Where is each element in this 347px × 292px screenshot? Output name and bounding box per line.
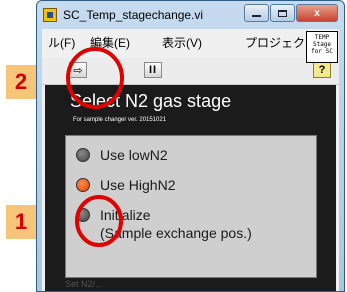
menu-bar: ル(F) 編集(E) 表示(V) プロジェクト(P) TEMP Stage fo… bbox=[42, 29, 339, 63]
callout-step-1: 1 bbox=[6, 205, 36, 239]
window-client-area: ル(F) 編集(E) 表示(V) プロジェクト(P) TEMP Stage fo… bbox=[42, 29, 339, 291]
close-button[interactable]: x bbox=[296, 4, 338, 22]
radio-button-icon[interactable] bbox=[76, 148, 90, 162]
window-controls: x bbox=[243, 4, 338, 22]
run-arrow-icon: ⇨ bbox=[73, 64, 83, 77]
labview-window: SC_Temp_stagechange.vi x ル(F) 編集(E) 表示(V… bbox=[36, 0, 345, 292]
radio-label-low-n2: Use lowN2 bbox=[100, 147, 168, 163]
radio-label-initialize-line1: Initialize bbox=[100, 207, 151, 223]
panel-subtitle: For sample changer ver. 20151021 bbox=[73, 117, 167, 123]
front-panel: Select N2 gas stage For sample changer v… bbox=[45, 85, 336, 291]
panel-footer-text: Set N2/... bbox=[65, 279, 103, 289]
pause-icon: II bbox=[148, 64, 158, 76]
context-help-button[interactable]: ? bbox=[313, 62, 331, 78]
n2-stage-radio-group: Use lowN2 Use HighN2 Initialize (Sample … bbox=[65, 135, 317, 278]
labview-app-icon bbox=[43, 8, 57, 22]
panel-title: Select N2 gas stage bbox=[70, 91, 232, 111]
menu-file[interactable]: ル(F) bbox=[48, 34, 75, 51]
menu-edit[interactable]: 編集(E) bbox=[90, 34, 130, 51]
vi-connector-icon[interactable]: TEMP Stage for SC bbox=[306, 31, 338, 63]
maximize-button[interactable] bbox=[270, 4, 295, 22]
menu-view[interactable]: 表示(V) bbox=[162, 34, 202, 51]
radio-label-high-n2: Use HighN2 bbox=[100, 177, 176, 193]
help-icon: ? bbox=[318, 64, 326, 76]
pause-button[interactable]: II bbox=[144, 62, 162, 78]
callout-step-2: 2 bbox=[6, 65, 36, 99]
vi-icon-line-1: TEMP bbox=[314, 34, 330, 41]
minimize-button[interactable] bbox=[244, 4, 269, 22]
radio-button-selected-icon[interactable] bbox=[76, 178, 90, 192]
radio-button-icon[interactable] bbox=[76, 208, 90, 222]
vi-icon-line-2: Stage bbox=[312, 41, 332, 48]
run-button[interactable]: ⇨ bbox=[69, 62, 87, 78]
title-bar[interactable]: SC_Temp_stagechange.vi x bbox=[37, 1, 344, 29]
radio-label-initialize-line2: (Sample exchange pos.) bbox=[100, 225, 252, 241]
radio-option-high-n2[interactable]: Use HighN2 bbox=[76, 176, 175, 194]
toolbar: ⇨ II ? bbox=[42, 58, 339, 85]
vi-icon-line-3: for SC bbox=[311, 48, 333, 55]
radio-option-low-n2[interactable]: Use lowN2 bbox=[76, 146, 168, 164]
window-title: SC_Temp_stagechange.vi bbox=[63, 8, 204, 22]
radio-label-initialize: Initialize (Sample exchange pos.) bbox=[100, 206, 252, 242]
radio-option-initialize[interactable]: Initialize (Sample exchange pos.) bbox=[76, 206, 252, 242]
